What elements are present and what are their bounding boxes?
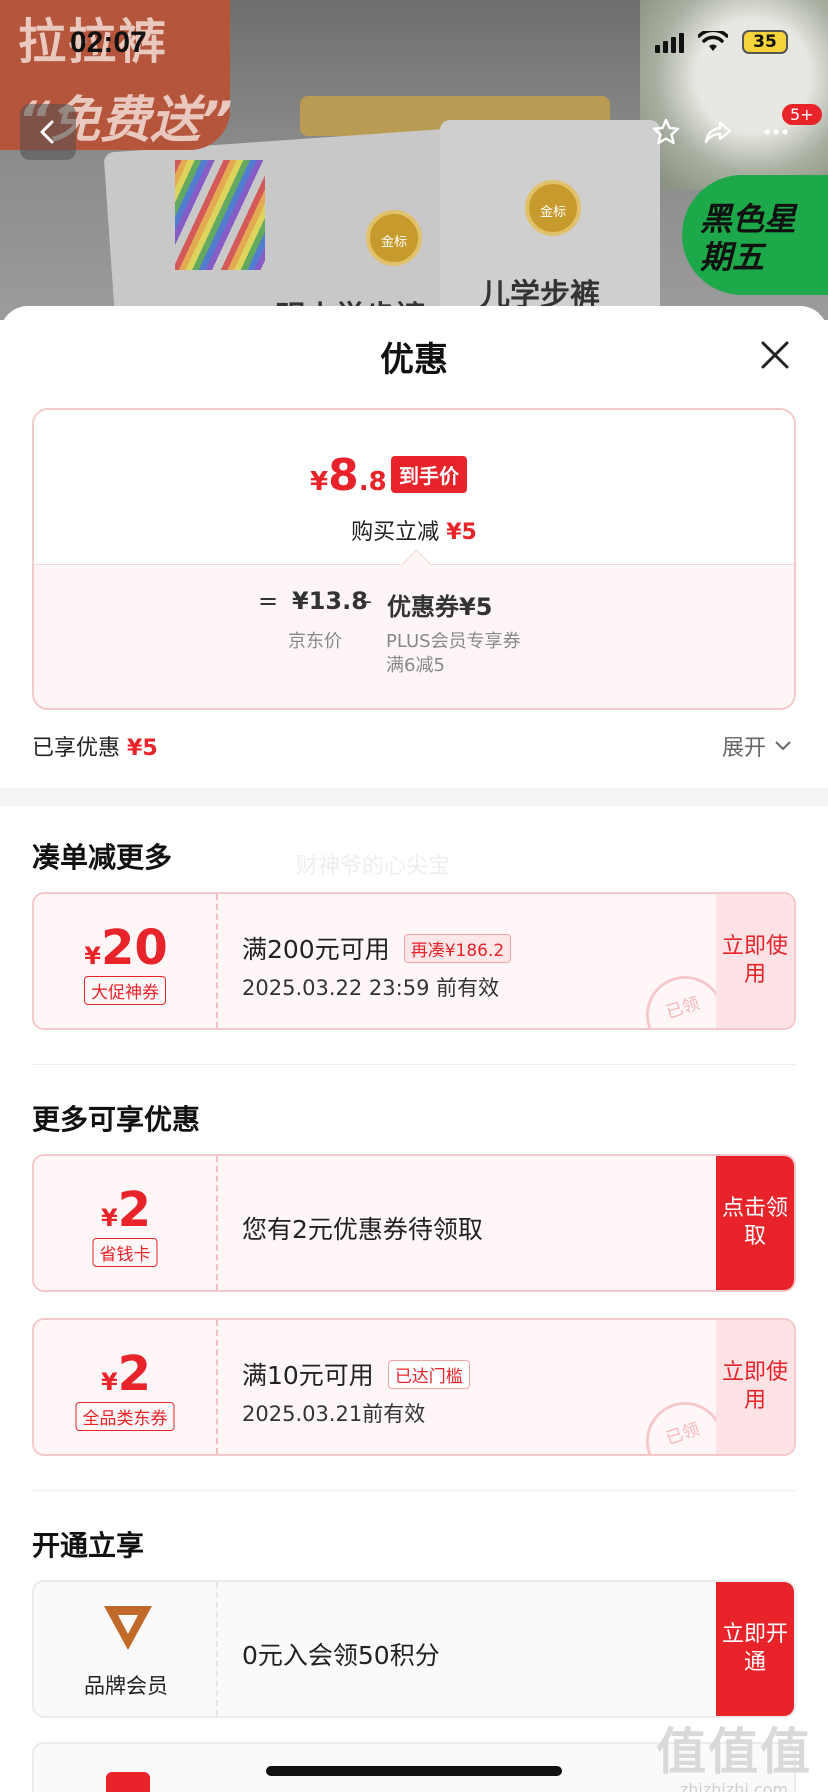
coupon-type-tag: 全品类东券 [75,1402,175,1431]
coupon-deduction: 优惠券¥5 [387,593,493,621]
coupon-message: 您有2元优惠券待领取 [242,1215,483,1244]
site-watermark: 值值值 zhizhizhi.com [656,1723,812,1792]
member-label: 品牌会员 [84,1674,168,1698]
coupon-amount: ¥20 [84,920,168,976]
use-now-button[interactable]: 立即使用 [716,894,794,1028]
status-time: 02:07 [70,26,147,59]
share-button[interactable] [690,104,746,160]
signal-icon [655,31,684,53]
star-icon [652,118,680,145]
equals-sign: = [258,587,279,615]
jd-price: ¥13.8 [292,587,368,615]
chevron-left-icon [40,120,54,144]
open-membership-button[interactable]: 立即开通 [716,1582,794,1716]
user-watermark: 财神爷的心尖宝 [296,854,451,879]
discount-sheet: 优惠 ¥8.8 到手价 购买立减 ¥5 = ¥13.8 – 优惠券¥5 京东价 … [0,306,828,1792]
offer-icon [106,1772,150,1792]
coupon-card[interactable]: ¥20 大促神券 满200元可用 再凑¥186.2 2025.03.22 23:… [32,892,796,1030]
instant-reduce: 购买立减 ¥5 [351,520,477,545]
coupon-validity: 2025.03.21前有效 [242,1402,426,1426]
share-icon [704,121,732,144]
use-now-button[interactable]: 立即使用 [716,1320,794,1454]
coupon-value-area: ¥2 全品类东券 [34,1320,218,1454]
coupon-card[interactable]: ¥2 全品类东券 满10元可用 已达门槛 2025.03.21前有效 已领 立即… [32,1318,796,1456]
price-calculation: = ¥13.8 – 优惠券¥5 京东价 PLUS会员专享券 满6减5 [34,564,794,708]
coupon-value-area: ¥2 省钱卡 [34,1156,218,1290]
chevron-down-icon [775,741,791,751]
section-title-open-enjoy: 开通立享 [32,1529,145,1562]
status-icons: 35 [655,28,788,56]
coupon-validity: 2025.03.22 23:59 前有效 [242,976,500,1000]
coupon-condition: 满200元可用 再凑¥186.2 [242,930,512,966]
final-price: ¥8.8 [310,450,387,501]
claim-button[interactable]: 点击领取 [716,1156,794,1290]
section-title-more-available: 更多可享优惠 [32,1103,201,1136]
member-logo-area: 品牌会员 [34,1582,218,1716]
black-friday-text: 黑色星期五 [700,200,797,276]
coupon-pill: 已达门槛 [387,1359,470,1389]
rainbow-stripes [175,160,265,270]
coupon-card[interactable]: ¥2 省钱卡 您有2元优惠券待领取 点击领取 [32,1154,796,1292]
notification-badge: 5+ [782,104,822,125]
section-title-more-discount: 凑单减更多 [32,841,173,874]
sheet-title: 优惠 [380,340,448,380]
divider [32,1490,796,1491]
expand-button[interactable]: 展开 [722,730,792,762]
coupon-condition: 满10元可用 已达门槛 [242,1356,470,1392]
gold-seal-icon: 金标 [525,180,581,236]
favorite-button[interactable] [638,104,694,160]
battery-icon: 35 [742,30,788,54]
price-breakdown-card: ¥8.8 到手价 购买立减 ¥5 = ¥13.8 – 优惠券¥5 京东价 PLU… [32,408,796,710]
coupon-type-tag: 大促神券 [84,976,166,1005]
divider [32,1064,796,1065]
brand-member-card[interactable]: 品牌会员 0元入会领50积分 立即开通 [32,1580,796,1718]
plus-coupon-rule: 满6减5 [386,655,445,676]
final-price-tag: 到手价 [391,456,467,493]
home-indicator[interactable] [266,1766,562,1776]
enjoyed-discount: 已享优惠 ¥5 [32,736,158,761]
jd-price-label: 京东价 [288,631,342,652]
final-price-area: ¥8.8 到手价 购买立减 ¥5 [34,410,794,564]
coupon-value-area: ¥20 大促神券 [34,894,218,1028]
coupon-amount: ¥2 [100,1182,152,1238]
minus-sign: – [360,587,372,615]
gold-seal-icon: 金标 [366,210,422,266]
wifi-icon [698,31,728,51]
member-offer: 0元入会领50积分 [242,1641,440,1670]
plus-coupon-label: PLUS会员专享券 [386,631,521,652]
coupon-type-tag: 省钱卡 [92,1238,158,1267]
back-button[interactable] [20,104,76,160]
section-divider [0,788,828,806]
coupon-pill: 再凑¥186.2 [403,933,512,963]
brand-v-logo-icon [104,1606,152,1650]
close-icon[interactable] [758,338,792,372]
coupon-amount: ¥2 [100,1346,152,1402]
